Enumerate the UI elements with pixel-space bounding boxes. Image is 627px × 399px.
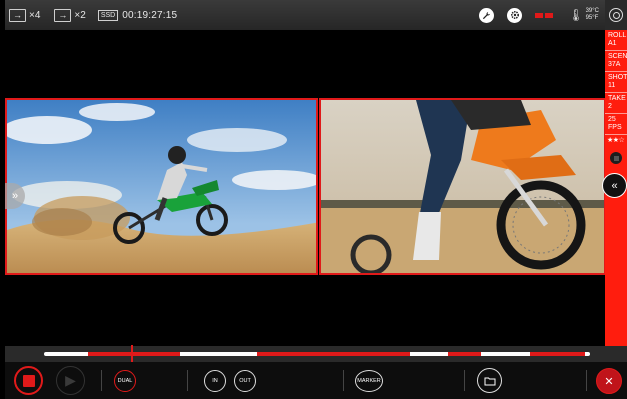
roll-value: A1 xyxy=(608,40,617,47)
temperature-readout: 39°C 95°F xyxy=(586,8,599,22)
stop-square-icon xyxy=(22,374,35,387)
take-value: 2 xyxy=(608,103,612,110)
top-status-bar: → ×4 → ×2 SSD 00:19:27:15 🌡 39°C 95°F xyxy=(5,0,605,30)
arrow-right-icon: → xyxy=(9,8,26,22)
video-frame-dirt-bike-closeup xyxy=(321,100,604,273)
recorded-segment[interactable] xyxy=(256,352,410,356)
divider xyxy=(343,370,344,391)
side-stop-button[interactable] xyxy=(610,152,622,164)
divider xyxy=(586,370,587,391)
video-pane-left[interactable] xyxy=(5,98,318,275)
wrench-icon[interactable] xyxy=(479,7,495,23)
close-icon: ✕ xyxy=(604,375,614,388)
target-icon[interactable] xyxy=(609,8,623,22)
recorded-segment[interactable] xyxy=(448,352,481,356)
temp-celsius: 39°C xyxy=(585,8,599,14)
divider xyxy=(187,370,188,391)
play-icon: ▶ xyxy=(65,372,76,388)
temp-fahrenheit: 95°F xyxy=(585,15,599,21)
recorded-segment[interactable] xyxy=(87,352,181,356)
play-button[interactable]: ▶ xyxy=(56,366,85,395)
scene-field[interactable]: SCENE 37A xyxy=(605,51,627,72)
in-point-button[interactable]: IN xyxy=(204,370,226,392)
video-frame-dirt-bike-jump xyxy=(7,100,316,273)
scene-label: SCENE xyxy=(608,53,627,60)
output2-multiplier: ×2 xyxy=(74,9,86,21)
arrow-right-icon: → xyxy=(54,8,72,22)
take-label: TAKE xyxy=(608,95,626,102)
folder-icon xyxy=(484,377,495,385)
shot-field[interactable]: SHOT 11 xyxy=(605,72,627,93)
monitor-screen: → ×4 → ×2 SSD 00:19:27:15 🌡 39°C 95°F » … xyxy=(5,0,627,399)
bottom-control-bar: ▶ DUAL IN OUT MARKER ✕ xyxy=(5,362,627,399)
thermometer-icon: 🌡 xyxy=(568,8,584,22)
media-label: SSD xyxy=(97,9,119,21)
output1-multiplier: ×4 xyxy=(29,9,41,21)
video-pane-right[interactable] xyxy=(319,98,606,275)
folder-button[interactable] xyxy=(477,368,502,393)
timecode: 00:19:27:15 xyxy=(122,9,178,21)
dual-button[interactable]: DUAL xyxy=(114,370,136,392)
timeline-scrubber[interactable] xyxy=(44,352,590,356)
record-status-indicator xyxy=(535,12,555,18)
record-button[interactable] xyxy=(14,366,43,395)
rating-stars[interactable]: ★★☆ xyxy=(605,135,627,147)
stop-icon xyxy=(613,155,619,161)
playhead[interactable] xyxy=(131,345,134,362)
fps-field[interactable]: 25 FPS xyxy=(605,114,627,135)
divider xyxy=(101,370,102,391)
marker-button[interactable]: MARKER xyxy=(355,370,383,392)
output1-indicator[interactable]: → ×4 xyxy=(9,8,41,22)
output2-indicator[interactable]: → ×2 xyxy=(54,8,86,22)
gear-icon[interactable] xyxy=(507,7,523,23)
take-field[interactable]: TAKE 2 xyxy=(605,93,627,114)
out-point-button[interactable]: OUT xyxy=(234,370,256,392)
recorded-segment[interactable] xyxy=(529,352,585,356)
close-button[interactable]: ✕ xyxy=(596,368,622,394)
roll-field[interactable]: ROLL A1 xyxy=(605,30,627,51)
divider xyxy=(464,370,465,391)
shot-value: 11 xyxy=(608,82,616,89)
collapse-sidebar-button[interactable]: « xyxy=(602,173,627,198)
scene-value: 37A xyxy=(608,61,621,68)
roll-label: ROLL xyxy=(608,32,627,39)
shot-label: SHOT xyxy=(608,74,627,81)
